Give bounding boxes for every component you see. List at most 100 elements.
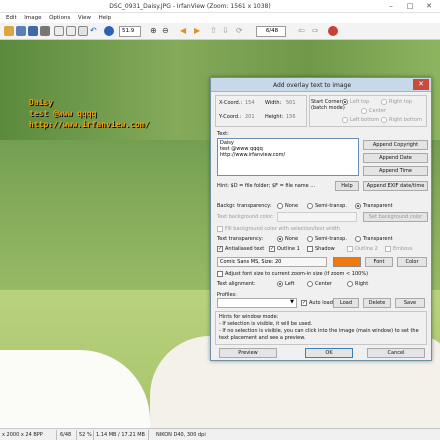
text-transparency-label: Text transparency: (217, 236, 264, 242)
corner-center-radio[interactable] (361, 108, 367, 114)
ok-button[interactable]: OK (305, 348, 353, 358)
font-button[interactable]: Font (365, 257, 393, 267)
bg-none-radio[interactable] (277, 203, 283, 209)
append-exif-button[interactable]: Append EXIF date/time (363, 181, 428, 191)
text-transparent-radio[interactable] (355, 236, 361, 242)
irfanview-icon[interactable] (328, 26, 338, 36)
zoom-out-icon[interactable]: ⊖ (162, 25, 169, 37)
load-button[interactable]: Load (333, 298, 359, 308)
preview-button[interactable]: Preview (219, 348, 277, 358)
text-line-3: http://www.irfanview.com/ (220, 152, 286, 158)
corner-right-bottom-label: Right bottom (389, 117, 422, 123)
shadow-checkbox[interactable] (307, 246, 313, 252)
corner-left-bottom-radio[interactable] (342, 117, 348, 123)
overlay-preview-line3: http://www.irfanview.com/ (29, 120, 150, 129)
adjust-font-checkbox[interactable] (217, 271, 223, 277)
align-right-radio[interactable] (347, 281, 353, 287)
auto-load-label: Auto load (309, 300, 333, 306)
align-left-label: Left (285, 281, 295, 287)
status-index: 6/48 (60, 432, 72, 438)
append-copyright-button[interactable]: Append Copyright (363, 140, 428, 150)
zoom-in-icon[interactable]: ⊕ (150, 25, 157, 37)
status-separator (76, 430, 77, 440)
maximize-button[interactable]: □ (403, 1, 417, 12)
corner-left-top-radio[interactable] (342, 99, 348, 105)
emboss-checkbox[interactable] (385, 246, 391, 252)
page-counter-input[interactable]: 6/48 (256, 26, 286, 37)
page-next-icon[interactable]: ⇨ (312, 25, 319, 37)
height-label: Height: (265, 114, 284, 120)
bg-semi-radio[interactable] (307, 203, 313, 209)
outline1-checkbox[interactable]: ✓ (269, 246, 275, 252)
fill-bg-checkbox[interactable] (217, 226, 223, 232)
hints-title: Hints for window mode: (219, 314, 279, 320)
menu-help[interactable]: Help (99, 13, 112, 23)
text-semi-label: Semi-transp. (315, 236, 347, 242)
adjust-font-label: Adjust font size to current zoom-in size… (225, 271, 369, 277)
append-date-button[interactable]: Append Date (363, 153, 428, 163)
auto-load-checkbox[interactable]: ✓ (301, 300, 307, 306)
last-image-icon[interactable]: ⇩ (222, 25, 229, 37)
menu-edit[interactable]: Edit (6, 13, 17, 23)
menu-options[interactable]: Options (49, 13, 70, 23)
align-center-label: Center (315, 281, 332, 287)
text-alignment-label: Text alignment: (217, 281, 256, 287)
text-semi-radio[interactable] (307, 236, 313, 242)
cancel-button[interactable]: Cancel (367, 348, 425, 358)
status-camera: NIKON D40, 300 dpi (156, 432, 206, 438)
chevron-down-icon: ▼ (290, 299, 294, 305)
menu-view[interactable]: View (78, 13, 91, 23)
delete-button[interactable]: Delete (363, 298, 391, 308)
cut-icon[interactable] (54, 26, 64, 36)
slideshow-icon[interactable] (16, 26, 26, 36)
append-time-button[interactable]: Append Time (363, 166, 428, 176)
paste-icon[interactable] (78, 26, 88, 36)
font-color-swatch[interactable] (333, 257, 361, 267)
minimize-button[interactable]: – (384, 1, 398, 12)
corner-right-top-radio[interactable] (381, 99, 387, 105)
text-none-radio[interactable] (277, 236, 283, 242)
y-coord-value[interactable]: 201 (245, 114, 255, 120)
antialiased-checkbox[interactable]: ✓ (217, 246, 223, 252)
help-button[interactable]: Help (335, 181, 359, 191)
filename-hint: Hint: $D = file folder; $F = file name .… (217, 183, 316, 189)
x-coord-value[interactable]: 154 (245, 100, 255, 106)
text-bg-color-swatch[interactable] (277, 212, 357, 222)
align-center-radio[interactable] (307, 281, 313, 287)
corner-right-bottom-radio[interactable] (381, 117, 387, 123)
outline2-checkbox[interactable] (347, 246, 353, 252)
height-value[interactable]: 156 (286, 114, 296, 120)
first-image-icon[interactable]: ⇧ (210, 25, 217, 37)
bg-transparent-radio[interactable] (355, 203, 361, 209)
color-button[interactable]: Color (397, 257, 427, 267)
text-label: Text: (217, 131, 229, 137)
info-icon[interactable] (104, 26, 114, 36)
corner-center-label: Center (369, 108, 386, 114)
next-image-icon[interactable]: ▶ (194, 25, 200, 37)
menu-bar: Edit Image Options View Help (0, 13, 440, 23)
overlay-text-area[interactable]: Daisy test @www qqqq http://www.irfanvie… (217, 138, 359, 176)
hint-line-1: - If selection is visible, it will be us… (219, 321, 313, 327)
close-window-button[interactable]: ✕ (422, 1, 436, 12)
text-bg-color-label: Text background color: (217, 214, 274, 220)
bg-semi-label: Semi-transp. (315, 203, 347, 209)
hint-line-3: text placement and see a preview. (219, 335, 306, 341)
profiles-dropdown[interactable]: ▼ (217, 298, 297, 308)
undo-icon[interactable]: ↶ (90, 25, 97, 37)
rotate-icon[interactable]: ⟳ (236, 25, 243, 37)
dialog-close-button[interactable]: ✕ (413, 79, 429, 90)
width-value[interactable]: 501 (286, 100, 296, 106)
antialiased-label: Antialiased text (225, 246, 265, 252)
set-bg-color-button[interactable]: Set background color (363, 212, 428, 222)
status-filesize: 1.14 MB / 17.21 MB (96, 432, 145, 438)
open-folder-icon[interactable] (4, 26, 14, 36)
delete-icon[interactable] (40, 26, 50, 36)
page-prev-icon[interactable]: ⇦ (298, 25, 305, 37)
zoom-input[interactable]: 51.9 (119, 26, 141, 37)
copy-icon[interactable] (66, 26, 76, 36)
prev-image-icon[interactable]: ◀ (180, 25, 186, 37)
save-button[interactable]: Save (395, 298, 425, 308)
align-left-radio[interactable] (277, 281, 283, 287)
menu-image[interactable]: Image (24, 13, 41, 23)
save-icon[interactable] (28, 26, 38, 36)
